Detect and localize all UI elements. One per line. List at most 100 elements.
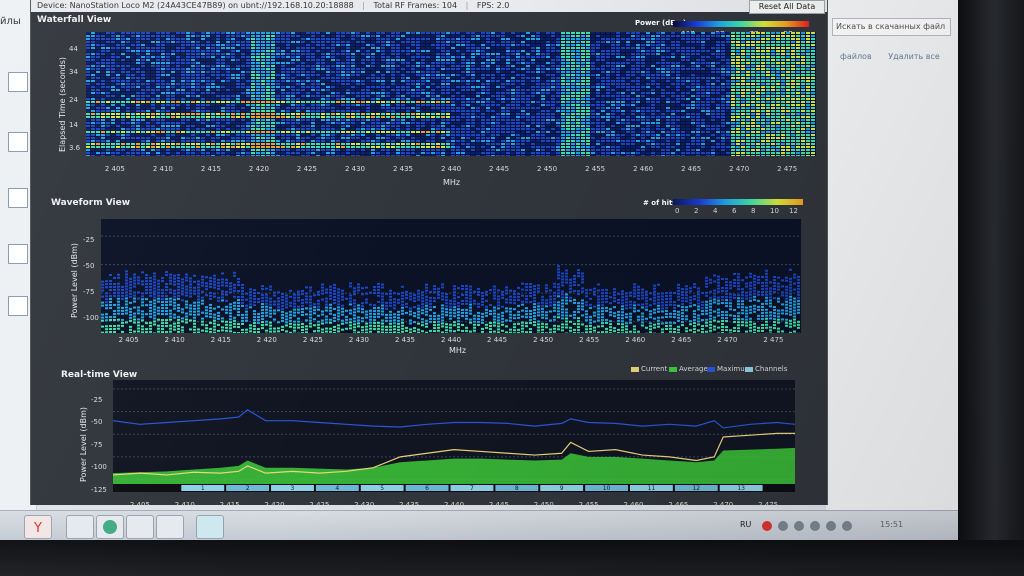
waterfall-cell (501, 80, 505, 82)
waterfall-cell (811, 104, 815, 106)
reset-all-data-button[interactable]: Reset All Data (749, 0, 825, 14)
waterfall-cell (456, 68, 460, 70)
waterfall-cell (641, 116, 645, 118)
waterfall-cell (681, 125, 685, 127)
waterfall-cell (661, 86, 665, 88)
waterfall-cell (221, 65, 225, 67)
waterfall-cell (466, 35, 470, 37)
waterfall-cell (336, 116, 340, 118)
waterfall-cell (551, 56, 555, 58)
file-icon[interactable] (8, 296, 28, 316)
waterfall-cell (791, 56, 795, 58)
waterfall-cell (671, 131, 675, 133)
waterfall-cell (111, 113, 115, 115)
waterfall-cell (806, 83, 810, 85)
waterfall-cell (536, 128, 540, 130)
waterfall-cell (191, 56, 195, 58)
waterfall-cell (421, 131, 425, 133)
clear-all-link[interactable]: Удалить все (888, 52, 940, 61)
waterfall-cell (221, 128, 225, 130)
waterfall-cell (391, 83, 395, 85)
waterfall-cell (276, 62, 280, 64)
waterfall-cell (386, 56, 390, 58)
waterfall-cell (601, 98, 605, 100)
waterfall-cell (676, 41, 680, 43)
waterfall-cell (651, 65, 655, 67)
waterfall-cell (686, 122, 690, 124)
waterfall-cell (326, 35, 330, 37)
airview-window: Device: NanoStation Loco M2 (24A43CE47B8… (30, 0, 828, 509)
waterfall-cell (616, 98, 620, 100)
waterfall-cell (486, 86, 490, 88)
waterfall-cell (811, 110, 815, 112)
waterfall-cell (266, 98, 270, 100)
waterfall-cell (486, 104, 490, 106)
waterfall-cell (561, 83, 565, 85)
file-icon[interactable] (8, 72, 28, 92)
waterfall-cell (651, 77, 655, 79)
waterfall-cell (381, 74, 385, 76)
waterfall-cell (761, 74, 765, 76)
waterfall-cell (116, 41, 120, 43)
waterfall-cell (411, 47, 415, 49)
waterfall-cell (516, 56, 520, 58)
waterfall-cell (756, 65, 760, 67)
waterfall-cell (346, 38, 350, 40)
waterfall-cell (736, 95, 740, 97)
waterfall-cell (801, 71, 805, 73)
waterfall-cell (151, 98, 155, 100)
waterfall-cell (561, 113, 565, 115)
waterfall-cell (586, 104, 590, 106)
waterfall-cell (486, 35, 490, 37)
waterfall-cell (811, 38, 815, 40)
waterfall-cell (536, 101, 540, 103)
downloads-search-input[interactable]: Искать в скачанных файл (832, 18, 951, 36)
waterfall-cell (106, 110, 110, 112)
waterfall-cell (126, 92, 130, 94)
waterfall-cell (641, 71, 645, 73)
waterfall-cell (751, 125, 755, 127)
waterfall-cell (586, 107, 590, 109)
waterfall-cell (521, 119, 525, 121)
waterfall-cell (661, 89, 665, 91)
waterfall-cell (201, 107, 205, 109)
waterfall-cell (761, 44, 765, 46)
file-icon[interactable] (8, 188, 28, 208)
waterfall-cell (646, 56, 650, 58)
waterfall-cell (491, 47, 495, 49)
waterfall-cell (281, 74, 285, 76)
waterfall-cell (786, 65, 790, 67)
waterfall-cell (431, 68, 435, 70)
waterfall-cell (696, 116, 700, 118)
waterfall-cell (91, 131, 95, 133)
waterfall-cell (516, 38, 520, 40)
waterfall-cell (331, 125, 335, 127)
waterfall-cell (436, 68, 440, 70)
file-icon[interactable] (8, 244, 28, 264)
waterfall-cell (306, 80, 310, 82)
waterfall-cell (601, 101, 605, 103)
waterfall-cell (261, 80, 265, 82)
waterfall-cell (746, 68, 750, 70)
power-legend-gradient (673, 21, 809, 27)
waterfall-cell (431, 50, 435, 52)
file-icon[interactable] (8, 132, 28, 152)
waterfall-cell (536, 107, 540, 109)
waterfall-cell (156, 68, 160, 70)
waterfall-cell (291, 32, 295, 34)
waterfall-plot[interactable] (86, 32, 816, 156)
waterfall-cell (281, 116, 285, 118)
waterfall-cell (191, 47, 195, 49)
waterfall-cell (506, 41, 510, 43)
downloads-link[interactable]: файлов (840, 52, 872, 61)
waterfall-cell (386, 107, 390, 109)
waterfall-cell (206, 101, 210, 103)
waterfall-cell (361, 74, 365, 76)
waterfall-cell (621, 116, 625, 118)
waterfall-cell (286, 119, 290, 121)
waterfall-cell (636, 77, 640, 79)
waterfall-cell (621, 53, 625, 55)
waterfall-cell (126, 74, 130, 76)
waterfall-cell (181, 59, 185, 61)
waterfall-cell (716, 116, 720, 118)
